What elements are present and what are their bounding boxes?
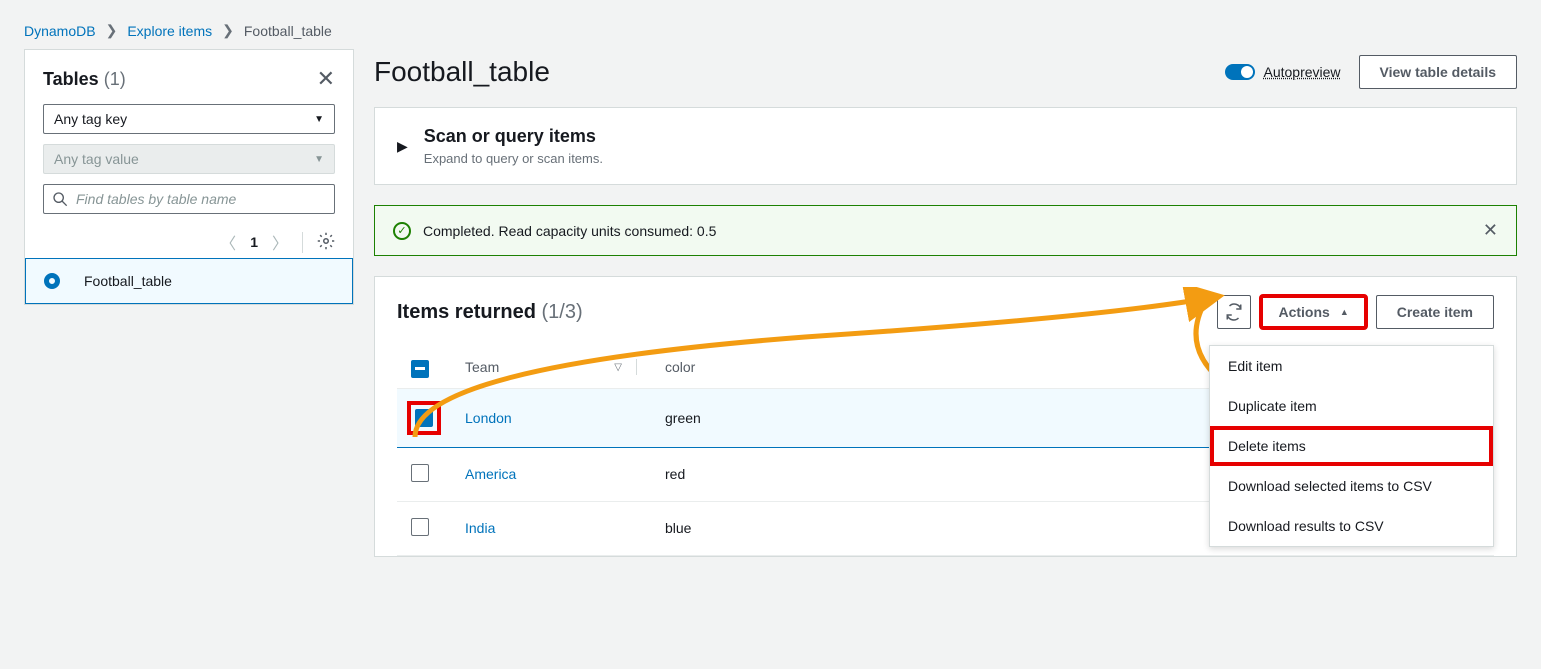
table-search-input[interactable] — [76, 191, 326, 207]
chevron-right-icon: ❯ — [106, 22, 118, 39]
expand-button[interactable]: ▶ — [397, 138, 408, 155]
chevron-right-icon: ❯ — [222, 22, 234, 39]
caret-up-icon: ▲ — [1340, 307, 1349, 317]
search-icon — [52, 191, 68, 207]
breadcrumb-current: Football_table — [244, 23, 332, 39]
item-link[interactable]: America — [465, 466, 516, 482]
tables-sidebar: Tables (1) ✕ Any tag key ▼ Any tag value… — [24, 49, 354, 305]
refresh-button[interactable] — [1217, 295, 1251, 329]
table-name: Football_table — [84, 273, 172, 289]
delete-items-action[interactable]: Delete items — [1210, 426, 1493, 466]
page-title: Football_table — [374, 56, 550, 88]
breadcrumb: DynamoDB ❯ Explore items ❯ Football_tabl… — [0, 0, 1541, 49]
download-selected-action[interactable]: Download selected items to CSV — [1210, 466, 1493, 506]
next-page-button[interactable]: 〉 — [272, 230, 288, 254]
breadcrumb-root[interactable]: DynamoDB — [24, 23, 96, 39]
table-list-item[interactable]: Football_table — [25, 258, 353, 304]
scan-title: Scan or query items — [424, 126, 603, 147]
select-all-checkbox[interactable] — [411, 360, 429, 378]
sort-icon[interactable]: ▽ — [614, 362, 622, 373]
main-content: Football_table Autopreview View table de… — [374, 49, 1517, 577]
actions-button[interactable]: Actions ▲ — [1261, 296, 1365, 328]
item-link[interactable]: India — [465, 520, 495, 536]
chevron-down-icon: ▼ — [314, 114, 324, 125]
create-item-button[interactable]: Create item — [1376, 295, 1494, 329]
sidebar-title: Tables (1) — [43, 69, 126, 90]
view-table-details-button[interactable]: View table details — [1359, 55, 1517, 89]
toggle-on-icon — [1225, 64, 1255, 80]
edit-item-action[interactable]: Edit item — [1210, 346, 1493, 386]
row-checkbox[interactable] — [411, 464, 429, 482]
autopreview-toggle[interactable]: Autopreview — [1225, 64, 1340, 80]
gear-icon — [317, 232, 335, 250]
download-results-action[interactable]: Download results to CSV — [1210, 506, 1493, 546]
table-search[interactable] — [43, 184, 335, 214]
dismiss-notice-button[interactable]: ✕ — [1483, 220, 1498, 241]
chevron-down-icon: ▼ — [314, 154, 324, 165]
actions-dropdown: Edit item Duplicate item Delete items Do… — [1209, 345, 1494, 547]
prev-page-button[interactable]: 〈 — [220, 230, 236, 254]
scan-subtitle: Expand to query or scan items. — [424, 151, 603, 166]
radio-selected-icon — [44, 273, 60, 289]
row-checkbox[interactable]: ✓ — [415, 409, 433, 427]
page-number: 1 — [250, 234, 258, 250]
column-team-header[interactable]: Team — [465, 359, 499, 375]
table-pager: 〈 1 〉 — [43, 226, 335, 258]
tag-key-select[interactable]: Any tag key ▼ — [43, 104, 335, 134]
item-link[interactable]: London — [465, 410, 512, 426]
check-circle-icon: ✓ — [393, 222, 411, 240]
row-checkbox[interactable] — [411, 518, 429, 536]
items-title: Items returned (1/3) — [397, 301, 583, 324]
scan-query-panel: ▶ Scan or query items Expand to query or… — [374, 107, 1517, 185]
breadcrumb-explore[interactable]: Explore items — [127, 23, 212, 39]
duplicate-item-action[interactable]: Duplicate item — [1210, 386, 1493, 426]
notice-text: Completed. Read capacity units consumed:… — [423, 223, 716, 239]
items-panel: Items returned (1/3) Actions ▲ Create it… — [374, 276, 1517, 557]
refresh-icon — [1225, 303, 1243, 321]
close-sidebar-button[interactable]: ✕ — [317, 68, 335, 90]
completion-notice: ✓ Completed. Read capacity units consume… — [374, 205, 1517, 256]
tag-value-select: Any tag value ▼ — [43, 144, 335, 174]
settings-button[interactable] — [302, 232, 335, 253]
